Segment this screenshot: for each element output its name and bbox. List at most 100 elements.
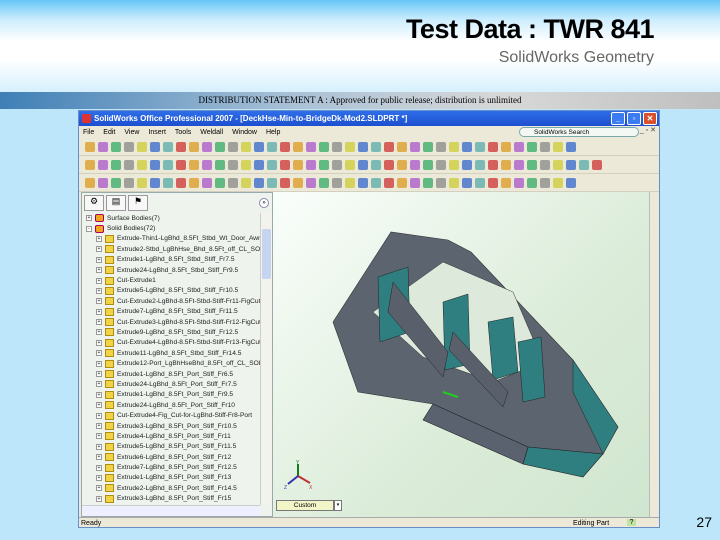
toolbar-button-icon[interactable] bbox=[501, 141, 511, 152]
toolbar-button-icon[interactable] bbox=[423, 141, 433, 152]
toolbar-button-icon[interactable] bbox=[306, 159, 316, 170]
tree-vertical-scrollbar[interactable] bbox=[260, 213, 272, 505]
toolbar-button-icon[interactable] bbox=[215, 141, 225, 152]
menu-tools[interactable]: Tools bbox=[175, 129, 191, 136]
toolbar-button-icon[interactable] bbox=[319, 159, 329, 170]
expand-icon[interactable]: + bbox=[96, 298, 102, 305]
expand-icon[interactable]: + bbox=[96, 360, 102, 367]
toolbar-button-icon[interactable] bbox=[267, 159, 277, 170]
toolbar-button-icon[interactable] bbox=[436, 141, 446, 152]
menu-view[interactable]: View bbox=[124, 129, 139, 136]
toolbar-button-icon[interactable] bbox=[462, 141, 472, 152]
toolbar-button-icon[interactable] bbox=[358, 159, 368, 170]
tree-horizontal-scrollbar[interactable] bbox=[82, 505, 260, 516]
expand-icon[interactable]: + bbox=[96, 235, 102, 242]
expand-icon[interactable]: + bbox=[96, 423, 102, 429]
toolbar-button-icon[interactable] bbox=[462, 177, 472, 188]
toolbar-button-icon[interactable] bbox=[345, 159, 355, 170]
toolbar-button-icon[interactable] bbox=[475, 177, 485, 188]
toolbar-button-icon[interactable] bbox=[540, 159, 550, 170]
tree-item[interactable]: + Extrude5-LgBhd_8.5Ft_Stbd_Stiff_Fr10.5 bbox=[82, 286, 260, 296]
expand-icon[interactable]: + bbox=[96, 277, 102, 284]
collapse-panel-button[interactable]: » bbox=[259, 198, 269, 208]
toolbar-button-icon[interactable] bbox=[189, 141, 199, 152]
expand-icon[interactable]: + bbox=[96, 381, 102, 388]
toolbar-button-icon[interactable] bbox=[345, 177, 355, 188]
menu-file[interactable]: File bbox=[83, 129, 94, 136]
tree-item[interactable]: + Extrude9-LgBhd_8.5Ft_Stbd_Stiff_Fr12.5 bbox=[82, 327, 260, 337]
tree-item[interactable]: + Extrude2-LgBhd_8.5Ft_Port_Stiff_Fr14.5 bbox=[82, 483, 260, 493]
tree-item[interactable]: + Extrude11-LgBhd_8.5Ft_Stbd_Stiff_Fr14.5 bbox=[82, 348, 260, 358]
mdi-controls[interactable]: _ ▫ ✕ bbox=[640, 126, 656, 134]
tree-item[interactable]: + Extrude7-LgBhd_8.5Ft_Stbd_Stiff_Fr11.5 bbox=[82, 307, 260, 317]
toolbar-button-icon[interactable] bbox=[98, 159, 108, 170]
expand-icon[interactable]: + bbox=[96, 267, 102, 274]
tree-item[interactable]: + Extrude4-LgBhd_8.5Ft_Port_Stiff_Fr11 bbox=[82, 431, 260, 441]
toolbar-button-icon[interactable] bbox=[371, 159, 381, 170]
toolbar-button-icon[interactable] bbox=[228, 141, 238, 152]
toolbar-button-icon[interactable] bbox=[150, 141, 160, 152]
expand-icon[interactable]: + bbox=[96, 350, 102, 357]
toolbar-button-icon[interactable] bbox=[202, 141, 212, 152]
property-manager-tab[interactable]: ▤ bbox=[106, 195, 126, 211]
toolbar-button-icon[interactable] bbox=[540, 141, 550, 152]
tree-item[interactable]: + Cut-Extrude2-LgBhd-8.5Ft-Stbd-Stiff-Fr1… bbox=[82, 296, 260, 306]
toolbar-button-icon[interactable] bbox=[241, 177, 251, 188]
toolbar-button-icon[interactable] bbox=[137, 141, 147, 152]
toolbar-button-icon[interactable] bbox=[514, 177, 524, 188]
task-pane-tabs[interactable] bbox=[649, 192, 659, 517]
expand-icon[interactable]: + bbox=[96, 402, 102, 409]
toolbar-button-icon[interactable] bbox=[306, 141, 316, 152]
scrollbar-thumb[interactable] bbox=[262, 229, 271, 279]
toolbar-button-icon[interactable] bbox=[150, 177, 160, 188]
toolbar-button-icon[interactable] bbox=[150, 159, 160, 170]
toolbar-button-icon[interactable] bbox=[501, 159, 511, 170]
expand-icon[interactable]: + bbox=[86, 215, 92, 222]
toolbar-button-icon[interactable] bbox=[293, 141, 303, 152]
toolbar-button-icon[interactable] bbox=[592, 159, 602, 170]
tree-item[interactable]: + Extrude3-LgBhd_8.5Ft_Port_Stiff_Fr10.5 bbox=[82, 421, 260, 431]
toolbar-button-icon[interactable] bbox=[475, 141, 485, 152]
toolbar-button-icon[interactable] bbox=[111, 141, 121, 152]
expand-icon[interactable]: + bbox=[96, 433, 102, 440]
toolbar-button-icon[interactable] bbox=[462, 159, 472, 170]
toolbar-button-icon[interactable] bbox=[280, 177, 290, 188]
toolbar-button-icon[interactable] bbox=[319, 177, 329, 188]
feature-manager-tab[interactable]: ⚙ bbox=[84, 195, 104, 211]
toolbar-button-icon[interactable] bbox=[553, 159, 563, 170]
toolbar-button-icon[interactable] bbox=[228, 159, 238, 170]
toolbar-button-icon[interactable] bbox=[163, 159, 173, 170]
toolbar-button-icon[interactable] bbox=[397, 159, 407, 170]
toolbar-button-icon[interactable] bbox=[202, 177, 212, 188]
help-icon[interactable]: ? bbox=[627, 519, 636, 526]
toolbar-button-icon[interactable] bbox=[527, 141, 537, 152]
toolbar-button-icon[interactable] bbox=[566, 159, 576, 170]
toolbar-button-icon[interactable] bbox=[475, 159, 485, 170]
toolbar-button-icon[interactable] bbox=[345, 141, 355, 152]
toolbar-button-icon[interactable] bbox=[449, 141, 459, 152]
toolbar-button-icon[interactable] bbox=[332, 177, 342, 188]
graphics-viewport[interactable]: Y X Z Custom ▾ bbox=[273, 192, 649, 517]
toolbar-button-icon[interactable] bbox=[228, 177, 238, 188]
maximize-button[interactable]: ▫ bbox=[627, 112, 641, 125]
toolbar-button-icon[interactable] bbox=[514, 141, 524, 152]
toolbar-button-icon[interactable] bbox=[579, 159, 589, 170]
toolbar-button-icon[interactable] bbox=[384, 159, 394, 170]
tree-item[interactable]: + Cut-Extrude3-LgBhd-8.5Ft-Stbd-Stiff-Fr1… bbox=[82, 317, 260, 327]
toolbar-button-icon[interactable] bbox=[241, 141, 251, 152]
toolbar-button-icon[interactable] bbox=[384, 141, 394, 152]
toolbar-button-icon[interactable] bbox=[566, 141, 576, 152]
tree-item[interactable]: + Extrude6-LgBhd_8.5Ft_Port_Stiff_Fr12 bbox=[82, 452, 260, 462]
toolbar-button-icon[interactable] bbox=[410, 141, 420, 152]
toolbar-button-icon[interactable] bbox=[176, 159, 186, 170]
tree-item[interactable]: + Extrude12-Port_LgBhHseBhd_8.5Ft_off_CL_… bbox=[82, 358, 260, 368]
toolbar-button-icon[interactable] bbox=[280, 159, 290, 170]
menu-weldall[interactable]: Weldall bbox=[200, 129, 223, 136]
toolbar-button-icon[interactable] bbox=[566, 177, 576, 188]
toolbar-button-icon[interactable] bbox=[280, 141, 290, 152]
expand-icon[interactable]: + bbox=[96, 495, 102, 502]
expand-icon[interactable]: + bbox=[96, 464, 102, 471]
toolbar-button-icon[interactable] bbox=[371, 141, 381, 152]
toolbar-button-icon[interactable] bbox=[397, 177, 407, 188]
toolbar-button-icon[interactable] bbox=[254, 159, 264, 170]
